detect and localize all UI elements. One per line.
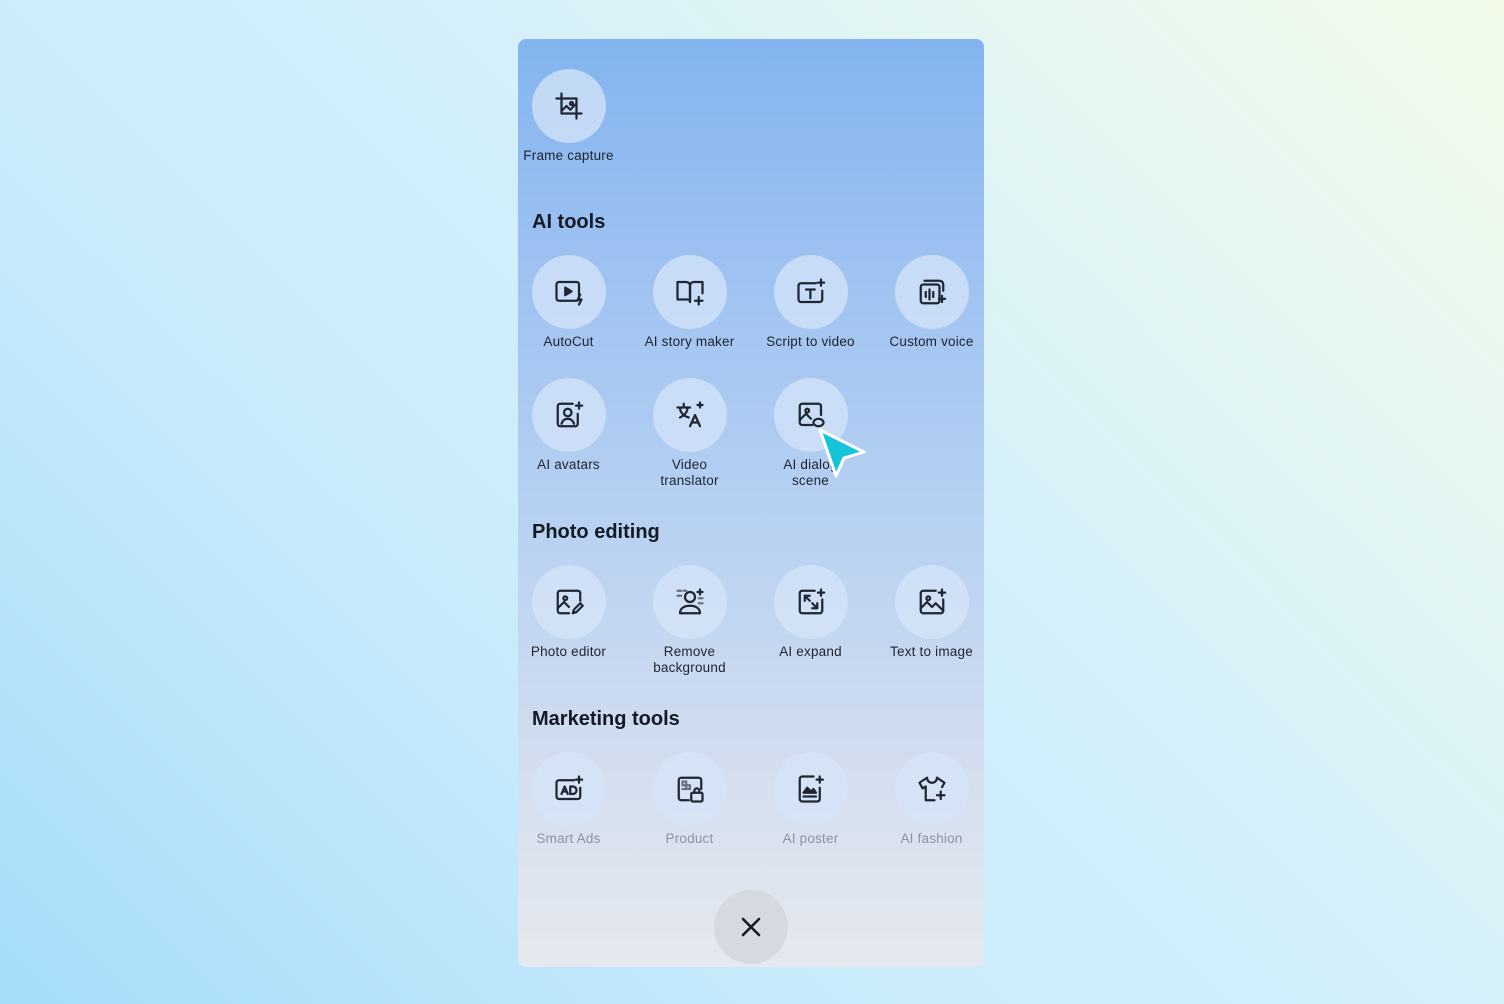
image-sparkle-icon: [919, 588, 946, 615]
avatar-sparkle-icon: [556, 401, 583, 428]
tool-label: AI fashion: [900, 831, 963, 846]
person-cutout-icon: [675, 588, 704, 615]
tool-ai-expand[interactable]: AI expand: [750, 565, 871, 660]
tool-ai-poster[interactable]: AI poster: [750, 752, 871, 847]
tool-label: Frame capture: [523, 148, 614, 163]
tool-label: Smart Ads: [536, 831, 601, 846]
tool-script-to-video[interactable]: Script to video: [750, 255, 871, 350]
tool-label: AI avatars: [537, 457, 600, 472]
tool-circle: [773, 565, 848, 639]
section-title-ai-tools: AI tools: [532, 211, 606, 233]
tool-circle: [652, 378, 727, 452]
close-icon: [741, 917, 761, 937]
close-button[interactable]: [714, 890, 788, 964]
tool-circle: [894, 565, 969, 639]
tool-circle: [531, 255, 606, 329]
tool-label: Custom voice: [889, 334, 974, 349]
tool-remove-background[interactable]: Remove background: [629, 565, 750, 676]
image-edit-icon: [556, 589, 584, 615]
pointer-cursor-icon: [818, 428, 866, 478]
tool-circle: [652, 255, 727, 329]
translate-icon: [675, 401, 704, 428]
tool-label: Product: [665, 831, 714, 846]
tool-circle: [894, 255, 969, 329]
tool-label: Remove background: [653, 644, 726, 675]
tool-label: AI poster: [782, 831, 839, 846]
tool-ai-story-maker[interactable]: AI story maker: [629, 255, 750, 350]
image-expand-icon: [798, 588, 825, 615]
section-title-marketing-tools: Marketing tools: [532, 708, 680, 730]
tool-label: Text to image: [890, 644, 973, 659]
tool-ai-fashion[interactable]: AI fashion: [871, 752, 984, 847]
tool-product[interactable]: Product: [629, 752, 750, 847]
tool-circle: [894, 752, 969, 826]
tool-circle: [531, 752, 606, 826]
tool-label: AutoCut: [543, 334, 594, 349]
ad-sparkle-icon: [554, 775, 583, 801]
tool-ai-avatars[interactable]: AI avatars: [518, 378, 629, 473]
tool-label: AI expand: [779, 644, 842, 659]
tool-circle: [531, 565, 606, 639]
tool-text-to-image[interactable]: Text to image: [871, 565, 984, 660]
book-sparkle-icon: [675, 280, 704, 306]
tool-label: Photo editor: [530, 644, 607, 659]
image-chat-icon: [798, 402, 825, 428]
section-title-photo-editing: Photo editing: [532, 521, 660, 543]
tool-smart-ads[interactable]: Smart Ads: [518, 752, 629, 847]
tool-label: Script to video: [766, 334, 855, 349]
tool-circle: [531, 69, 606, 143]
tool-video-translator[interactable]: Video translator: [629, 378, 750, 489]
crop-icon: [554, 92, 583, 120]
tools-panel: Frame capture AI tools AutoCut AI story …: [518, 39, 984, 967]
tool-label: AI story maker: [644, 334, 735, 349]
tool-autocut[interactable]: AutoCut: [518, 255, 629, 350]
tool-circle: [652, 752, 727, 826]
text-sparkle-icon: [796, 278, 825, 304]
poster-sparkle-icon: [798, 775, 824, 803]
tool-circle: [652, 565, 727, 639]
waveform-sparkle-icon: [919, 279, 946, 305]
tool-label: Video translator: [660, 457, 719, 488]
tool-custom-voice[interactable]: Custom voice: [871, 255, 984, 350]
tool-circle: [773, 255, 848, 329]
shirt-sparkle-icon: [917, 776, 946, 802]
tool-circle: [773, 752, 848, 826]
tool-frame-capture[interactable]: Frame capture: [518, 69, 629, 164]
tool-circle: [531, 378, 606, 452]
video-bolt-icon: [554, 280, 583, 306]
tool-photo-editor[interactable]: Photo editor: [518, 565, 629, 660]
product-bag-icon: [677, 776, 704, 803]
